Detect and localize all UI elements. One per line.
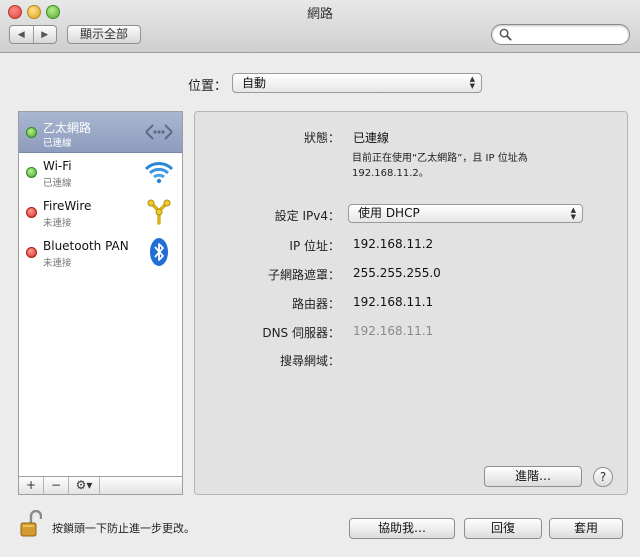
ip-address-label: IP 位址： — [289, 239, 340, 253]
service-status: 未連接 — [43, 218, 72, 229]
service-item-ethernet[interactable]: 乙太網路 已連線 — [19, 112, 182, 153]
remove-service-button[interactable]: − — [44, 477, 69, 494]
back-button[interactable]: ◀ — [10, 26, 33, 43]
status-dot-icon — [26, 167, 37, 178]
popup-arrows-icon: ▲ ▼ — [570, 205, 576, 221]
service-name: Bluetooth PAN — [43, 239, 129, 253]
window-title: 網路 — [306, 7, 333, 22]
ipv4-value: 使用 DHCP — [358, 206, 420, 220]
dns-server-value: 192.168.11.1 — [353, 324, 434, 338]
service-list-controls: + − ⚙▾ — [18, 476, 183, 495]
help-button[interactable]: ? — [593, 467, 613, 487]
subnet-mask-value: 255.255.255.0 — [353, 266, 441, 280]
action-gear-button[interactable]: ⚙▾ — [69, 477, 100, 494]
search-domains-label: 搜尋網域： — [279, 354, 340, 368]
ipv4-popup[interactable]: 使用 DHCP ▲ ▼ — [348, 204, 583, 223]
service-item-firewire[interactable]: FireWire 未連接 — [19, 192, 182, 232]
subnet-mask-label: 子網路遮罩： — [267, 268, 340, 282]
back-forward-control: ◀ ▶ — [9, 25, 57, 44]
apply-button[interactable]: 套用 — [549, 518, 623, 539]
advanced-button[interactable]: 進階… — [484, 466, 582, 487]
lock-icon[interactable] — [20, 510, 42, 538]
forward-button[interactable]: ▶ — [32, 26, 57, 43]
status-dot-icon — [26, 247, 37, 258]
service-name: Wi-Fi — [43, 159, 72, 173]
router-label: 路由器： — [291, 297, 340, 311]
status-label: 狀態： — [303, 131, 340, 145]
lock-hint-text: 按鎖頭一下防止進一步更改。 — [52, 522, 195, 535]
assist-me-button[interactable]: 協助我… — [349, 518, 455, 539]
service-name: FireWire — [43, 199, 92, 213]
status-dot-icon — [26, 207, 37, 218]
status-dot-icon — [26, 127, 37, 138]
location-value: 自動 — [242, 76, 267, 90]
status-description: 目前正在使用“乙太網路”，且 IP 位址為 192.168.11.2。 — [352, 153, 528, 179]
location-popup[interactable]: 自動 ▲ ▼ — [232, 73, 482, 93]
search-input[interactable] — [516, 27, 628, 43]
popup-arrows-icon: ▲ ▼ — [469, 75, 475, 90]
dns-server-label: DNS 伺服器： — [262, 326, 340, 340]
service-name: 乙太網路 — [43, 121, 92, 135]
search-field[interactable] — [491, 24, 630, 45]
location-label: 位置： — [188, 79, 228, 94]
search-icon — [499, 28, 512, 41]
show-all-button[interactable]: 顯示全部 — [67, 25, 141, 44]
ip-address-value: 192.168.11.2 — [353, 237, 434, 251]
router-value: 192.168.11.1 — [353, 295, 434, 309]
revert-button[interactable]: 回復 — [464, 518, 542, 539]
service-status: 已連線 — [43, 138, 72, 149]
ipv4-label: 設定 IPv4： — [274, 209, 340, 223]
service-list: 乙太網路 已連線 Wi-Fi 已連線 FireWire 未連接 Bluetoot — [18, 111, 183, 477]
status-value: 已連線 — [353, 131, 390, 145]
add-service-button[interactable]: + — [19, 477, 44, 494]
bluetooth-icon — [150, 238, 168, 266]
wifi-icon — [144, 162, 174, 184]
window-toolbar: 網路 ◀ ▶ 顯示全部 — [0, 0, 640, 53]
service-item-bluetooth-pan[interactable]: Bluetooth PAN 未連接 — [19, 232, 182, 272]
firewire-icon — [147, 199, 171, 225]
service-status: 已連線 — [43, 178, 72, 189]
ethernet-icon — [145, 124, 173, 140]
service-status: 未連接 — [43, 258, 72, 269]
service-item-wifi[interactable]: Wi-Fi 已連線 — [19, 152, 182, 192]
